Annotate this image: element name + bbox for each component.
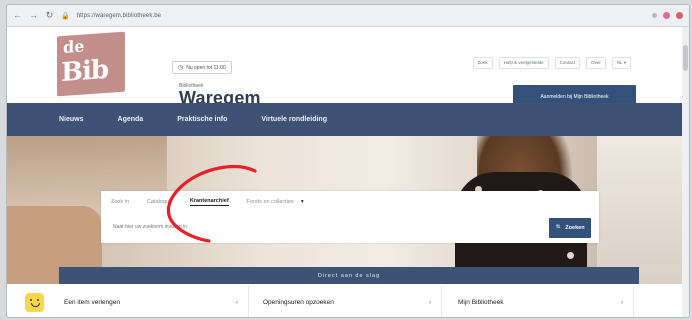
window-controls bbox=[652, 12, 683, 19]
search-tabs: Zoek in Catalogus Krantenarchief Fonds e… bbox=[111, 198, 305, 206]
profile-icon[interactable] bbox=[663, 12, 670, 19]
opening-status-text: Nu open tot 11:00 bbox=[186, 64, 226, 71]
search-button-label: Zoeken bbox=[565, 225, 585, 231]
nav-item-news[interactable]: Nieuws bbox=[59, 116, 84, 123]
utility-link-search[interactable]: Zoek bbox=[472, 57, 493, 69]
hero-window bbox=[597, 136, 689, 284]
logo-text-top: de bbox=[63, 36, 85, 57]
direct-start-band: Direct aan de slag bbox=[59, 267, 639, 284]
tab-catalog[interactable]: Catalogus bbox=[147, 199, 172, 205]
language-label: NL bbox=[616, 60, 623, 65]
scrollbar-thumb[interactable] bbox=[683, 45, 688, 71]
chevron-right-icon: › bbox=[236, 299, 238, 306]
nav-item-practical-info[interactable]: Praktische info bbox=[177, 116, 227, 123]
search-panel: Zoek in Catalogus Krantenarchief Fonds e… bbox=[101, 191, 599, 243]
chevron-right-icon: › bbox=[621, 299, 623, 306]
browser-toolbar: ← → ↻ 🔒 https://waregem.bibliotheek.be bbox=[7, 5, 689, 27]
quick-link-hours[interactable]: Openingsuren opzoeken › bbox=[249, 286, 442, 317]
lock-icon: 🔒 bbox=[61, 12, 70, 20]
back-icon[interactable]: ← bbox=[13, 11, 22, 20]
nav-item-virtual-tour[interactable]: Virtuele rondleiding bbox=[261, 116, 327, 123]
close-window-icon[interactable] bbox=[676, 12, 683, 19]
utility-link-about[interactable]: Over bbox=[586, 57, 606, 69]
opening-status-badge[interactable]: ◷ Nu open tot 11:00 bbox=[172, 61, 232, 74]
address-bar[interactable]: https://waregem.bibliotheek.be bbox=[77, 13, 645, 19]
utility-link-contact[interactable]: Contact bbox=[554, 57, 581, 69]
tab-collections[interactable]: Fonds en collecties ▼ bbox=[247, 199, 305, 205]
main-navigation: Nieuws Agenda Praktische info Virtuele r… bbox=[7, 103, 689, 136]
language-select[interactable]: NL ▾ bbox=[611, 57, 631, 69]
site-header: de Bib ◷ Nu open tot 11:00 Bibliotheek W… bbox=[7, 27, 689, 108]
page-scrollbar[interactable] bbox=[682, 27, 689, 317]
tab-search-in[interactable]: Zoek in bbox=[111, 199, 129, 205]
pattern-dot bbox=[567, 252, 574, 259]
chevron-right-icon: › bbox=[429, 299, 431, 306]
tab-newspaper-archive[interactable]: Krantenarchief bbox=[189, 198, 229, 206]
bib-logo[interactable]: de Bib bbox=[57, 31, 125, 97]
tab-collections-label: Fonds en collecties bbox=[246, 199, 294, 205]
quick-link-renew-label: Een item verlengen bbox=[64, 299, 121, 306]
clock-icon: ◷ bbox=[178, 65, 184, 71]
smiley-icon bbox=[25, 293, 44, 312]
quick-link-my-library-label: Mijn Bibliotheek bbox=[458, 299, 504, 306]
extension-icon[interactable] bbox=[652, 13, 657, 18]
quick-link-hours-label: Openingsuren opzoeken bbox=[263, 299, 334, 306]
search-button[interactable]: 🔍 Zoeken bbox=[549, 218, 591, 238]
caret-down-icon: ▼ bbox=[299, 199, 305, 205]
forward-icon[interactable]: → bbox=[29, 11, 38, 20]
utility-link-help[interactable]: Hulp & veelgestelde bbox=[498, 57, 549, 69]
search-input[interactable] bbox=[113, 224, 413, 230]
quick-link-renew[interactable]: Een item verlengen › bbox=[7, 286, 249, 317]
quick-link-my-library[interactable]: Mijn Bibliotheek › bbox=[442, 286, 634, 317]
reload-icon[interactable]: ↻ bbox=[45, 11, 54, 20]
logo-text-bottom: Bib bbox=[61, 54, 109, 89]
browser-window: ← → ↻ 🔒 https://waregem.bibliotheek.be d… bbox=[6, 4, 690, 318]
search-icon: 🔍 bbox=[555, 225, 563, 231]
nav-item-agenda[interactable]: Agenda bbox=[118, 116, 144, 123]
utility-links: Zoek Hulp & veelgestelde Contact Over NL… bbox=[472, 57, 631, 69]
quick-links: Een item verlengen › Openingsuren opzoek… bbox=[7, 286, 689, 317]
